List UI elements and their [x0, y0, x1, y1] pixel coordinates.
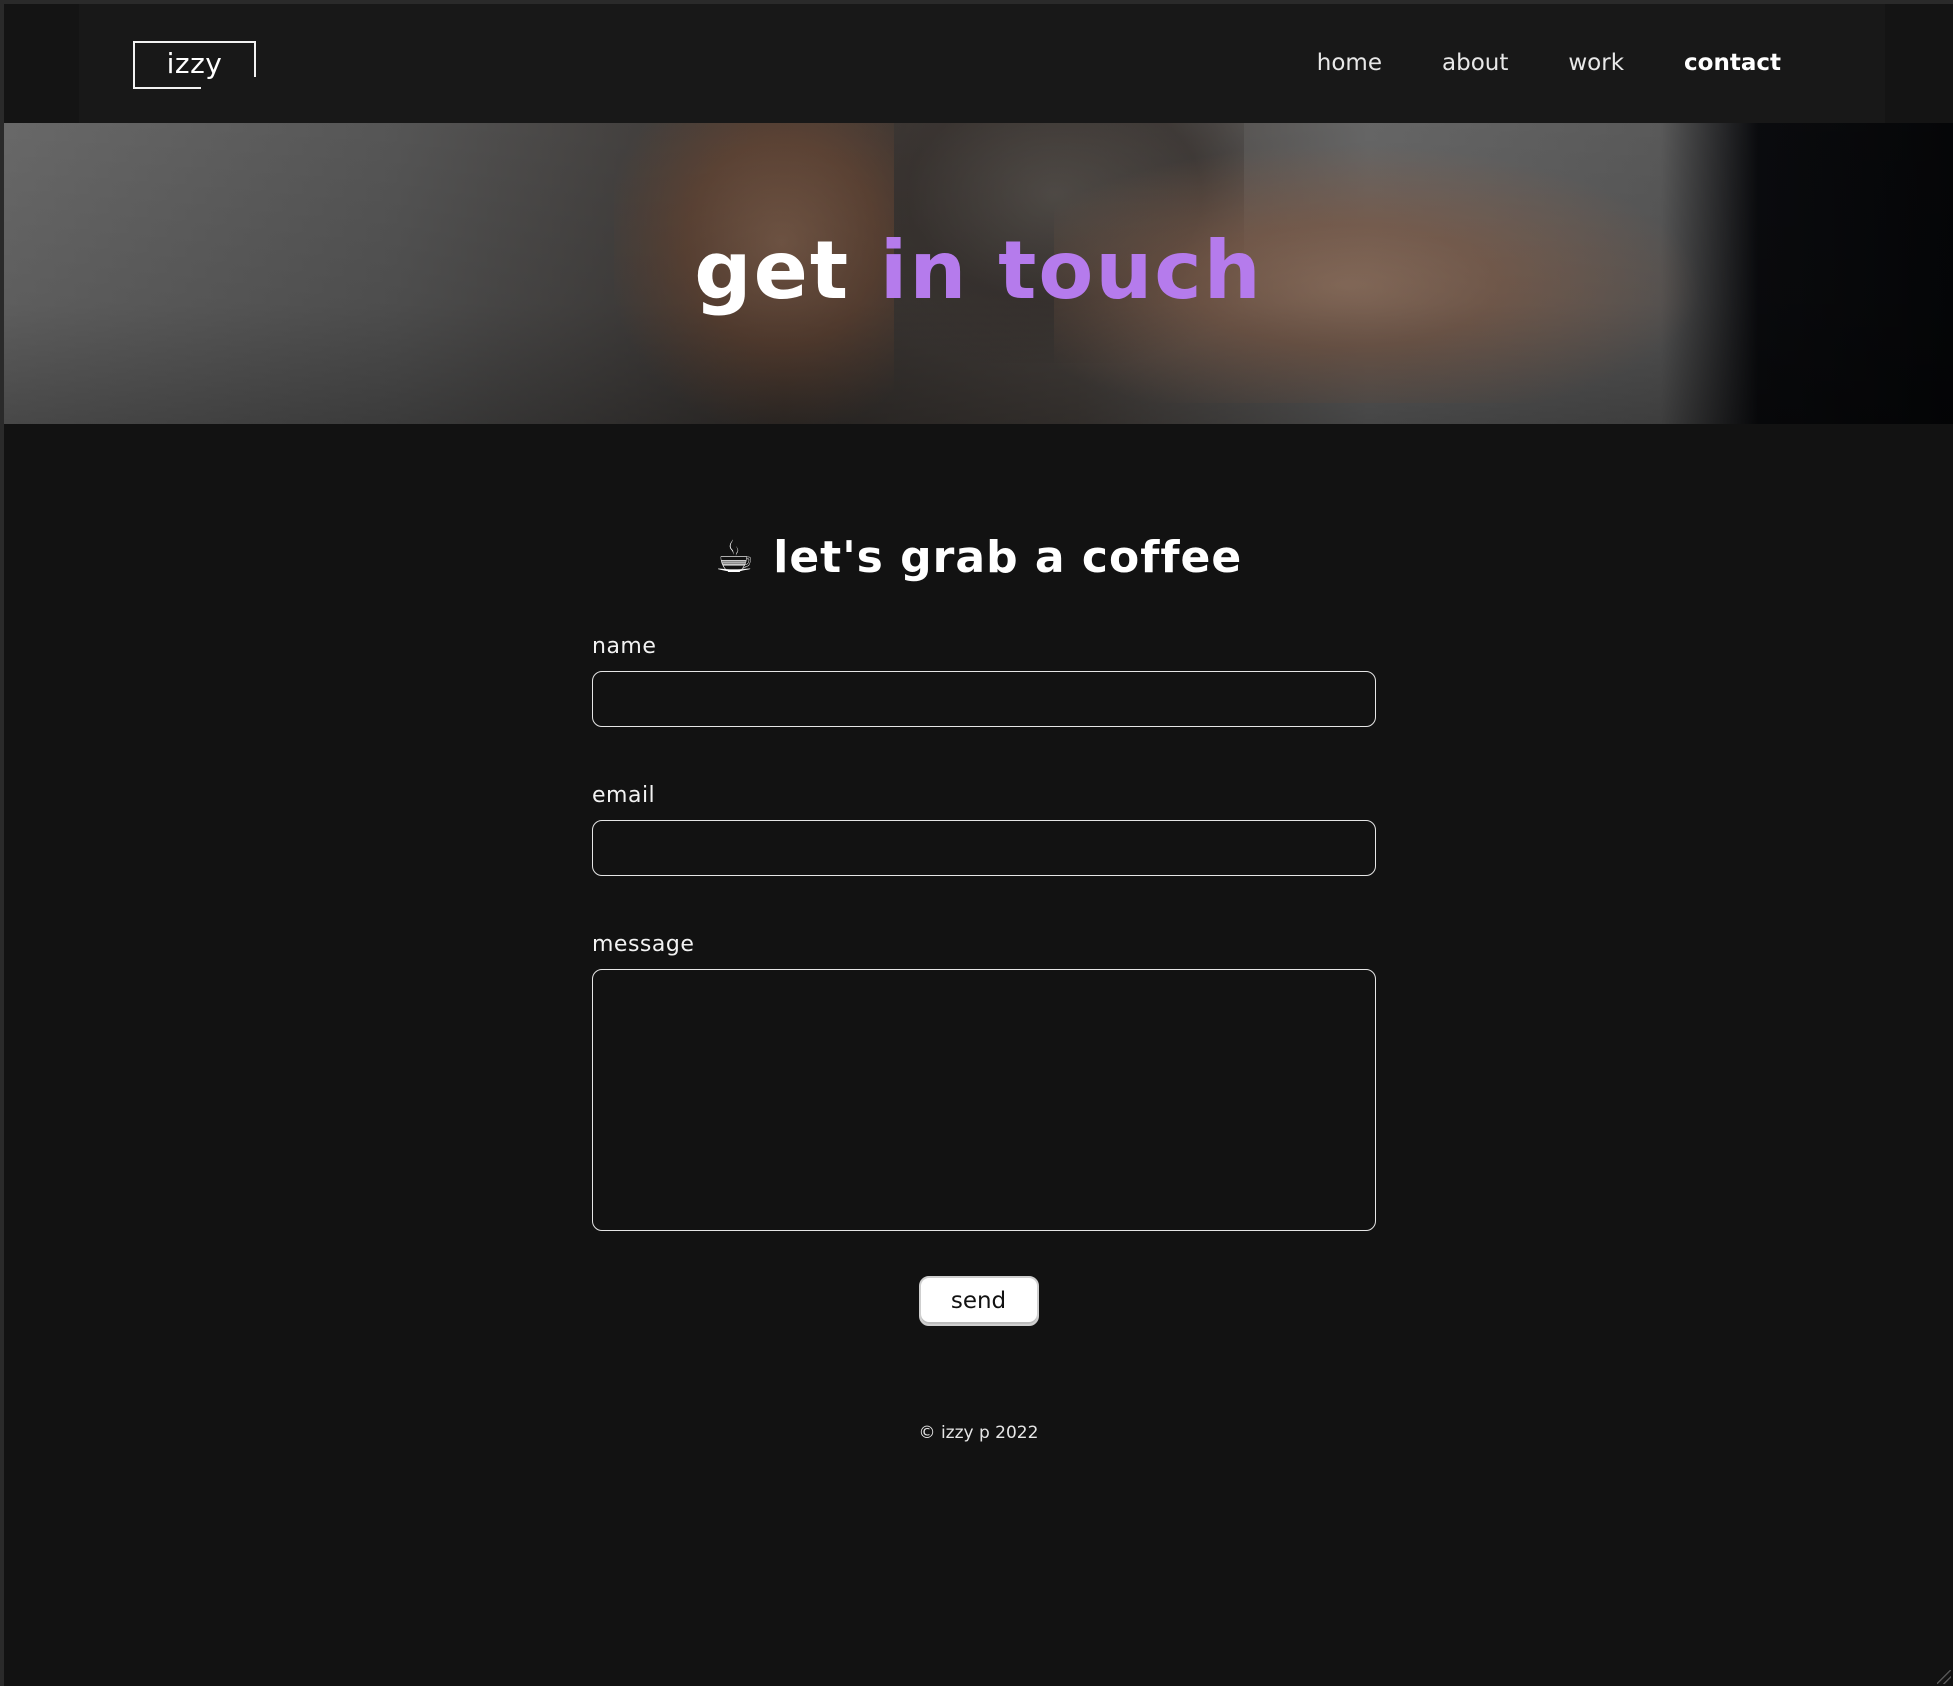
hero-title-in-touch: in touch	[879, 224, 1263, 317]
nav-link-work[interactable]: work	[1568, 50, 1624, 76]
send-button-container: send	[4, 1276, 1953, 1326]
section-heading-text: let's grab a coffee	[773, 532, 1243, 583]
footer-copyright: © izzy p 2022	[918, 1423, 1039, 1443]
logo-text: izzy	[166, 47, 223, 80]
message-textarea[interactable]	[592, 969, 1376, 1231]
contact-form: name email message	[592, 634, 1376, 1235]
email-label: email	[592, 783, 656, 808]
top-bar: izzy home about work contact	[4, 4, 1953, 123]
coffee-cup-icon: ☕	[714, 532, 756, 583]
send-button[interactable]: send	[918, 1276, 1039, 1326]
name-field-group: name	[592, 634, 1376, 727]
hero-title-get: get	[694, 224, 851, 317]
message-field-group: message	[592, 932, 1376, 1235]
email-field-group: email	[592, 783, 1376, 876]
message-label: message	[592, 932, 695, 957]
hero-title: get in touch	[4, 231, 1953, 311]
browser-window: izzy home about work contact get in touc…	[0, 0, 1953, 1686]
resize-grip-icon[interactable]	[1937, 1670, 1951, 1684]
email-input[interactable]	[592, 820, 1376, 876]
nav-links: home about work contact	[1317, 50, 1781, 76]
name-label: name	[592, 634, 657, 659]
hero-banner: get in touch	[4, 123, 1953, 424]
nav-link-contact[interactable]: contact	[1684, 50, 1781, 76]
section-heading: ☕ let's grab a coffee	[4, 532, 1953, 583]
name-input[interactable]	[592, 671, 1376, 727]
nav-link-about[interactable]: about	[1442, 50, 1508, 76]
logo[interactable]: izzy	[133, 41, 256, 89]
nav-link-home[interactable]: home	[1317, 50, 1382, 76]
